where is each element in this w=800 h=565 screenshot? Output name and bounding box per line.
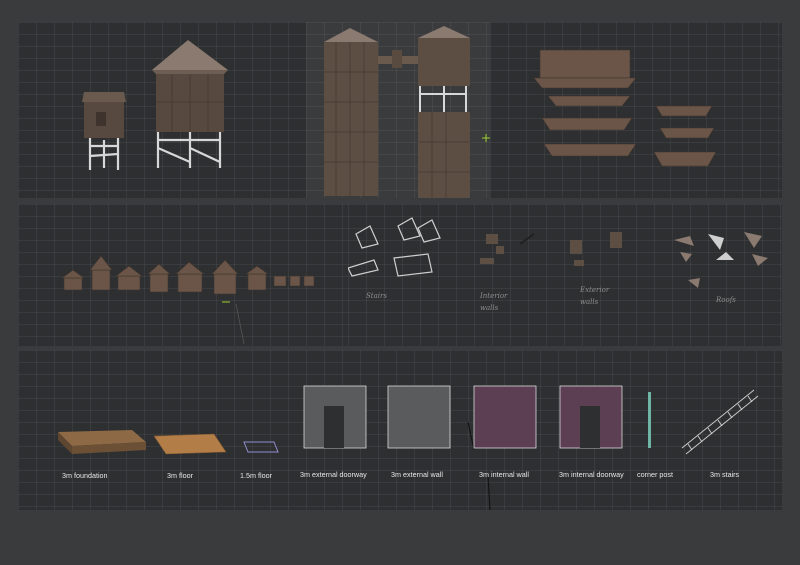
floor-model xyxy=(153,433,227,455)
viewport-building-variants xyxy=(18,204,348,346)
sketch-label-interior: Interior walls xyxy=(480,292,508,312)
exploded-building-models xyxy=(533,49,717,167)
interior-wall-pieces xyxy=(480,233,535,264)
label-3m-stairs: 3m stairs xyxy=(710,470,740,479)
tall-tower-left xyxy=(324,28,378,196)
tower-bridge xyxy=(378,50,418,68)
internal-wall-model xyxy=(473,385,537,449)
viewport-modular-kit: 3m foundation 3m floor 1.5m floor 3m ext… xyxy=(18,350,782,510)
label-3m-internal-doorway: 3m internal doorway xyxy=(559,470,624,479)
label-3m-internal-wall: 3m internal wall xyxy=(479,470,529,479)
label-3m-foundation: 3m foundation xyxy=(62,471,108,480)
small-water-tower xyxy=(82,92,126,170)
label-3m-floor: 3m floor xyxy=(167,471,193,480)
stairs-model xyxy=(681,389,759,455)
water-tower-models xyxy=(82,40,228,170)
internal-doorway-model xyxy=(559,385,623,449)
external-doorway-model xyxy=(303,385,367,449)
modular-kit-models xyxy=(58,385,759,510)
viewport-tall-towers xyxy=(306,22,490,198)
modular-sketch-models xyxy=(348,217,768,288)
sketch-label-exterior: Exterior walls xyxy=(580,286,610,306)
gizmo-icon xyxy=(482,134,490,142)
sketch-label-stairs: Stairs xyxy=(366,292,387,300)
building-variant-row xyxy=(61,255,315,345)
foundation-model xyxy=(58,430,146,454)
viewport-exploded-building xyxy=(490,22,782,198)
reference-sheet: { "colors": { "sheet_bg": "#3a3b3d", "vi… xyxy=(0,0,800,565)
viewport-water-towers xyxy=(18,22,308,198)
exterior-wall-pieces xyxy=(570,232,622,266)
label-corner-post: corner post xyxy=(637,470,673,479)
large-water-tower xyxy=(152,40,228,168)
viewport-modular-sketches: Stairs Interior walls Exterior walls Roo… xyxy=(348,204,782,346)
sketch-label-roofs: Roofs xyxy=(716,296,736,304)
half-floor-model xyxy=(243,441,279,453)
tall-tower-models xyxy=(324,26,490,198)
roof-pieces xyxy=(674,232,768,288)
label-3m-external-wall: 3m external wall xyxy=(391,470,443,479)
label-3m-external-doorway: 3m external doorway xyxy=(300,470,367,479)
corner-post-model xyxy=(648,392,651,448)
label-1-5m-floor: 1.5m floor xyxy=(240,471,272,480)
external-wall-model xyxy=(387,385,451,449)
stair-frames xyxy=(348,217,441,277)
tall-tower-right xyxy=(418,26,470,198)
